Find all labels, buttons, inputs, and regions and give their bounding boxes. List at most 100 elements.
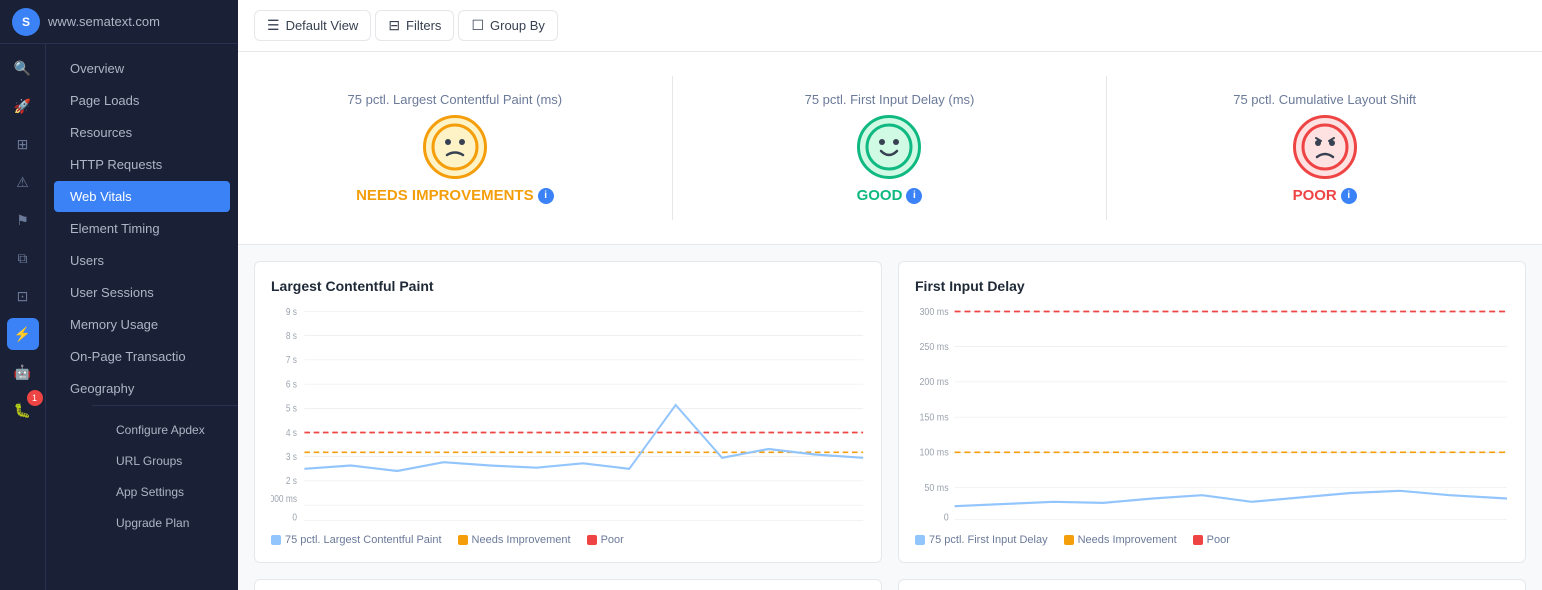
- filters-label: Filters: [406, 18, 441, 33]
- lightning-icon-btn[interactable]: ⚡: [7, 318, 39, 350]
- robot-icon-btn[interactable]: 🤖: [7, 356, 39, 388]
- nav-item-app-settings[interactable]: App Settings: [100, 477, 230, 507]
- nav-item-page-loads[interactable]: Page Loads: [54, 85, 230, 116]
- svg-text:0: 0: [292, 512, 297, 523]
- grid-icon-btn[interactable]: ⊞: [7, 128, 39, 160]
- lcp-face: [423, 115, 487, 179]
- nav-item-element-timing[interactable]: Element Timing: [54, 213, 230, 244]
- lcp-chart-svg: 9 s 8 s 7 s 6 s 5 s 4 s 3 s 2 s 1000 ms …: [271, 306, 865, 526]
- fid-chart-area: 300 ms 250 ms 200 ms 150 ms 100 ms 50 ms…: [915, 306, 1509, 526]
- active-icon-container: ⚡: [7, 318, 39, 350]
- group-by-button[interactable]: ☐ Group By: [458, 10, 557, 41]
- nav-item-configure-apdex[interactable]: Configure Apdex: [100, 415, 230, 445]
- nav-item-upgrade-plan[interactable]: Upgrade Plan: [100, 508, 230, 538]
- content-area: 75 pctl. Largest Contentful Paint (ms) N…: [238, 52, 1542, 590]
- nav-item-users[interactable]: Users: [54, 245, 230, 276]
- rocket-icon-btn[interactable]: 🚀: [7, 90, 39, 122]
- svg-text:2 s: 2 s: [286, 476, 298, 487]
- main-content: ☰ Default View ⊟ Filters ☐ Group By 75 p…: [238, 0, 1542, 590]
- svg-text:300 ms: 300 ms: [919, 306, 948, 317]
- fid-face: [857, 115, 921, 179]
- fid-chart-card: First Input Delay 300 ms 250 ms 200 ms 1…: [898, 261, 1526, 563]
- svg-text:1000 ms: 1000 ms: [271, 493, 297, 504]
- svg-text:4 s: 4 s: [286, 427, 298, 438]
- lcp-chart-title: Largest Contentful Paint: [271, 278, 865, 294]
- logo-text: www.sematext.com: [48, 14, 160, 29]
- nav-item-on-page-transaction[interactable]: On-Page Transactio: [54, 341, 230, 372]
- svg-text:3 s: 3 s: [286, 451, 298, 462]
- legend-fid-poor: Poor: [1193, 534, 1230, 546]
- cls-info-icon[interactable]: i: [1341, 188, 1357, 204]
- alert-icon-btn[interactable]: ⚠: [7, 166, 39, 198]
- legend-needs-improvement: Needs Improvement: [458, 534, 571, 546]
- status-cards: 75 pctl. Largest Contentful Paint (ms) N…: [238, 52, 1542, 245]
- default-view-button[interactable]: ☰ Default View: [254, 10, 371, 41]
- fid-status-label: GOOD i: [857, 187, 923, 204]
- notification-badge: 1: [27, 390, 43, 406]
- lcp-info-icon[interactable]: i: [538, 188, 554, 204]
- svg-text:50 ms: 50 ms: [924, 481, 949, 493]
- legend-fid-needs-improvement: Needs Improvement: [1064, 534, 1177, 546]
- legend-fid-line: 75 pctl. First Input Delay: [915, 534, 1048, 546]
- fid-info-icon[interactable]: i: [906, 188, 922, 204]
- lcp-legend: 75 pctl. Largest Contentful Paint Needs …: [271, 534, 865, 546]
- nav-item-url-groups[interactable]: URL Groups: [100, 446, 230, 476]
- group-by-icon: ☐: [471, 17, 484, 34]
- svg-text:9 s: 9 s: [286, 306, 298, 317]
- svg-text:7 s: 7 s: [286, 355, 298, 366]
- status-card-lcp: 75 pctl. Largest Contentful Paint (ms) N…: [238, 76, 673, 220]
- sidebar-bottom: Configure Apdex URL Groups App Settings …: [92, 405, 238, 547]
- monitor-icon-btn[interactable]: ⊡: [7, 280, 39, 312]
- nav-item-user-sessions[interactable]: User Sessions: [54, 277, 230, 308]
- group-by-label: Group By: [490, 18, 545, 33]
- svg-text:0: 0: [944, 511, 949, 523]
- filters-icon: ⊟: [388, 17, 400, 34]
- nav-item-memory-usage[interactable]: Memory Usage: [54, 309, 230, 340]
- svg-text:5 s: 5 s: [286, 403, 298, 414]
- cls-status-label: POOR i: [1293, 187, 1357, 204]
- default-view-label: Default View: [286, 18, 359, 33]
- fid-chart-svg: 300 ms 250 ms 200 ms 150 ms 100 ms 50 ms…: [915, 306, 1509, 526]
- flag-icon-btn[interactable]: ⚑: [7, 204, 39, 236]
- good-face-svg: [865, 123, 913, 171]
- nav-item-resources[interactable]: Resources: [54, 117, 230, 148]
- nav-item-http-requests[interactable]: HTTP Requests: [54, 149, 230, 180]
- lcp-title: 75 pctl. Largest Contentful Paint (ms): [348, 92, 563, 107]
- fcp-title: First Contentful Pai: [898, 579, 1526, 590]
- sidebar-logo: S www.sematext.com: [0, 0, 238, 44]
- nav-item-web-vitals[interactable]: Web Vitals: [54, 181, 230, 212]
- legend-needs-dot: [458, 535, 468, 545]
- filters-button[interactable]: ⊟ Filters: [375, 10, 454, 41]
- svg-text:150 ms: 150 ms: [919, 411, 948, 423]
- legend-poor-dot: [587, 535, 597, 545]
- lcp-status-label: NEEDS IMPROVEMENTS i: [356, 187, 554, 204]
- svg-text:6 s: 6 s: [286, 379, 298, 390]
- ttfb-title: Time To First Byte: [254, 579, 882, 590]
- search-icon-btn[interactable]: 🔍: [7, 52, 39, 84]
- legend-fid-poor-dot: [1193, 535, 1203, 545]
- svg-text:200 ms: 200 ms: [919, 376, 948, 388]
- legend-lcp-dot: [271, 535, 281, 545]
- nav-item-overview[interactable]: Overview: [54, 53, 230, 84]
- svg-text:250 ms: 250 ms: [919, 341, 948, 353]
- sidebar-nav: Overview Page Loads Resources HTTP Reque…: [46, 44, 238, 590]
- logo-icon: S: [12, 8, 40, 36]
- toolbar: ☰ Default View ⊟ Filters ☐ Group By: [238, 0, 1542, 52]
- nav-item-geography[interactable]: Geography: [54, 373, 230, 404]
- lcp-chart-area: 9 s 8 s 7 s 6 s 5 s 4 s 3 s 2 s 1000 ms …: [271, 306, 865, 526]
- legend-lcp-line: 75 pctl. Largest Contentful Paint: [271, 534, 442, 546]
- cls-face: [1293, 115, 1357, 179]
- layers-icon-btn[interactable]: ⧉: [7, 242, 39, 274]
- svg-text:100 ms: 100 ms: [919, 446, 948, 458]
- poor-face-svg: [1301, 123, 1349, 171]
- svg-text:8 s: 8 s: [286, 330, 298, 341]
- legend-fid-dot: [915, 535, 925, 545]
- bottom-titles: Time To First Byte First Contentful Pai: [238, 579, 1542, 590]
- cls-title: 75 pctl. Cumulative Layout Shift: [1233, 92, 1416, 107]
- default-view-icon: ☰: [267, 17, 280, 34]
- status-card-fid: 75 pctl. First Input Delay (ms) GOOD i: [673, 76, 1108, 220]
- bug-icon-container: 🐛 1: [7, 394, 39, 426]
- needs-improvement-face-svg: [431, 123, 479, 171]
- status-card-cls: 75 pctl. Cumulative Layout Shift POOR i: [1107, 76, 1542, 220]
- legend-poor: Poor: [587, 534, 624, 546]
